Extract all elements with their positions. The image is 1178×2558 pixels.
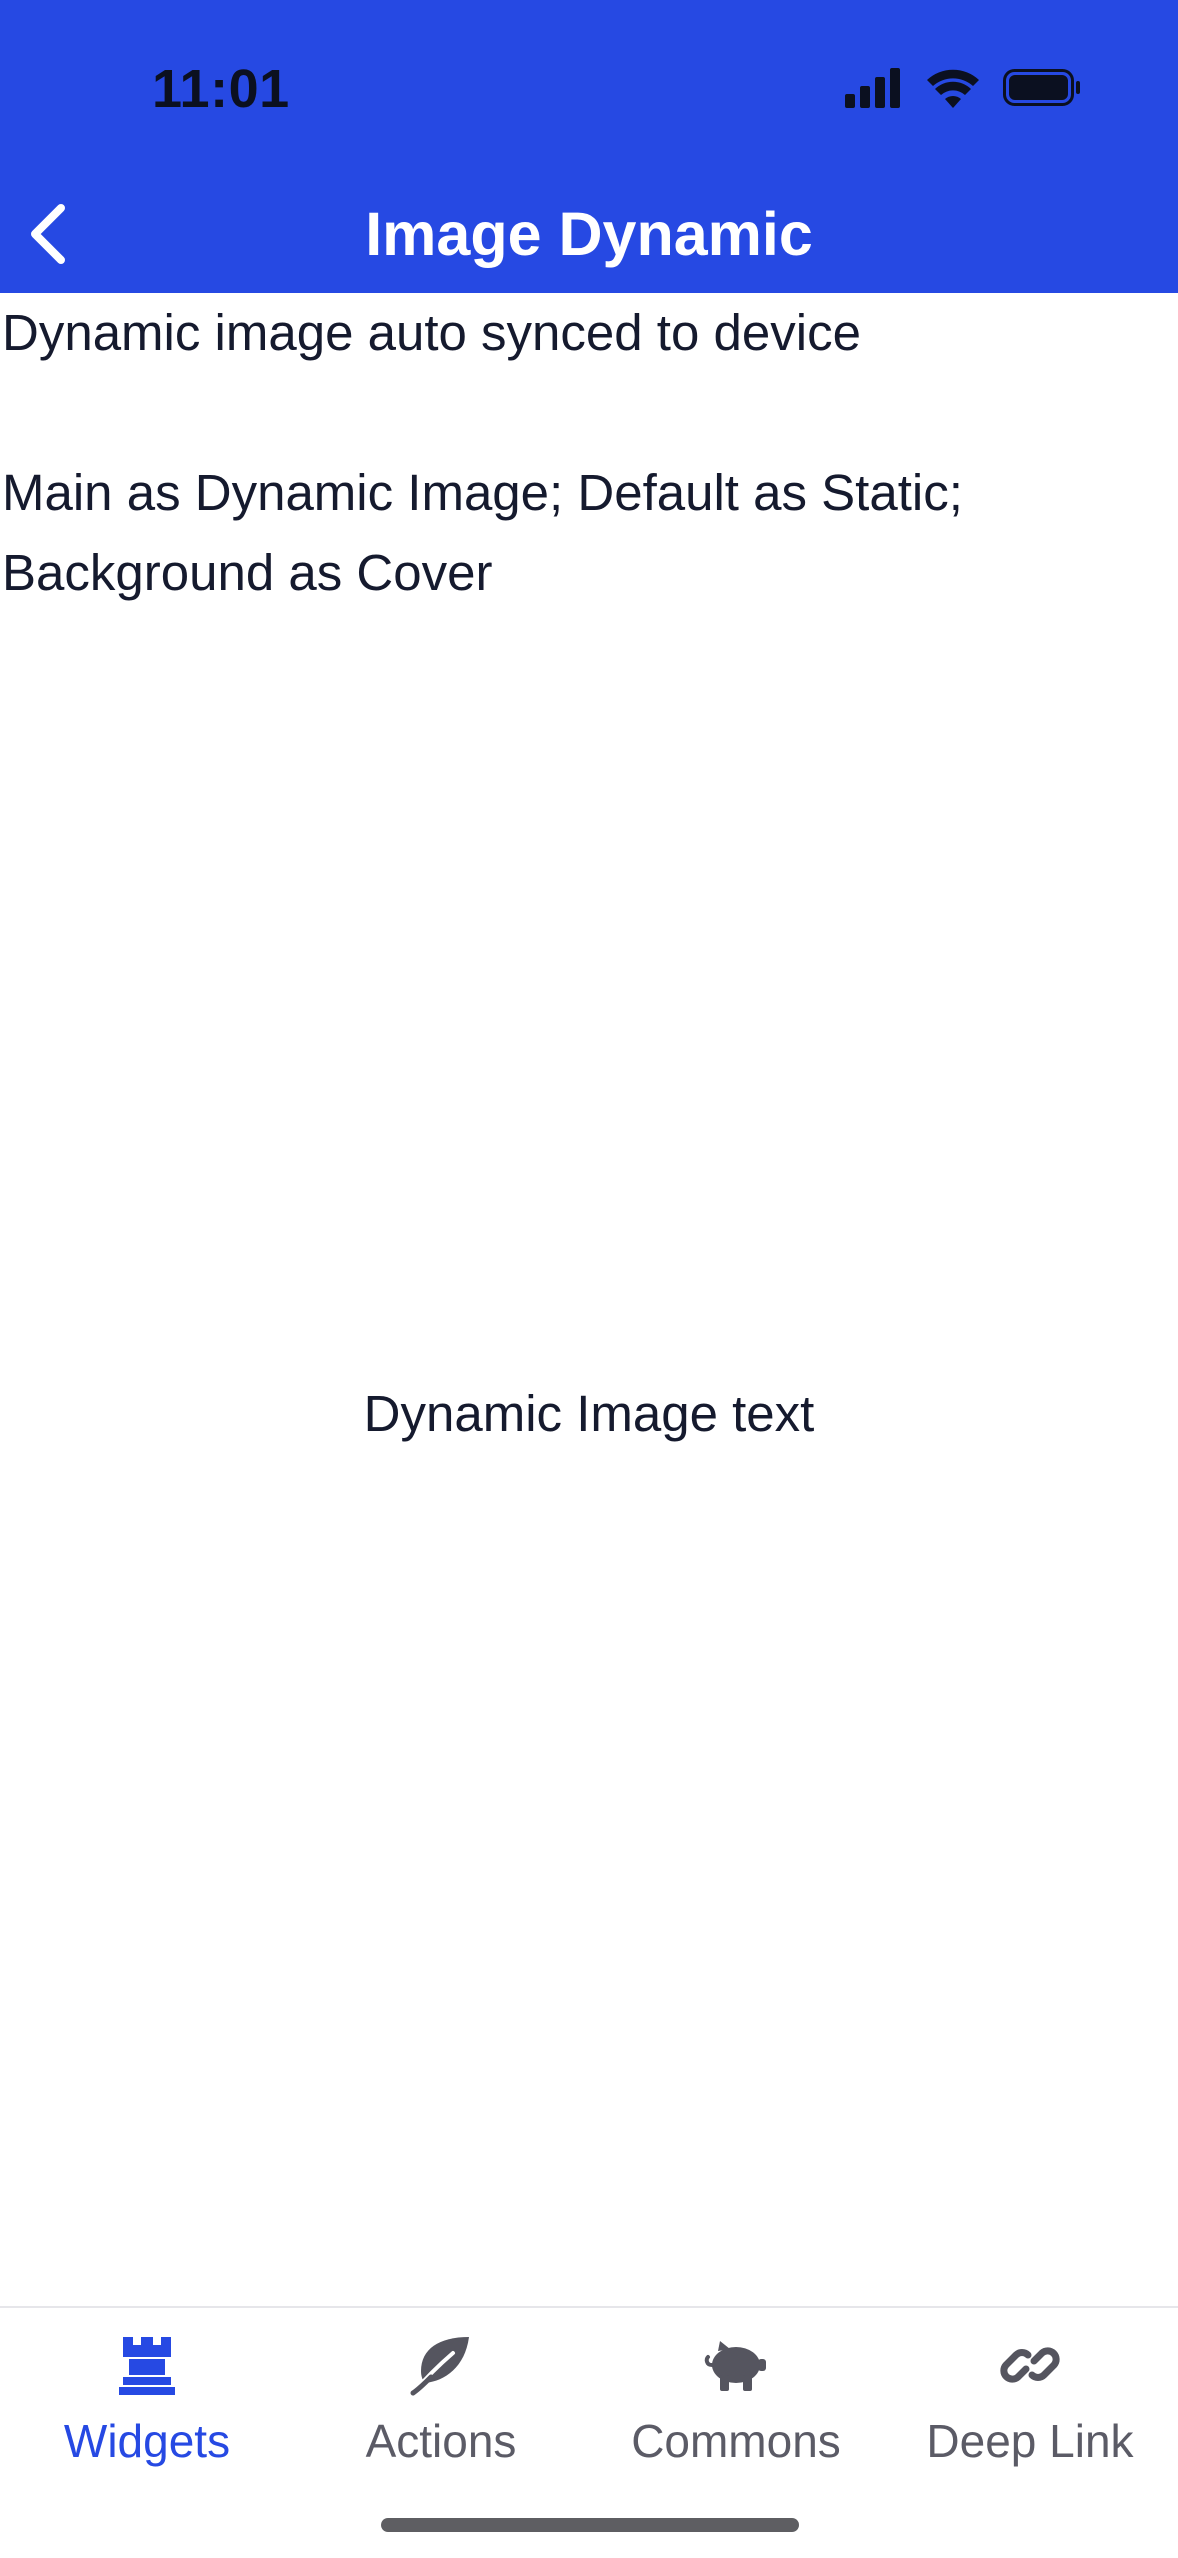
dynamic-image: Dynamic Image text [0, 593, 1178, 2233]
status-time: 11:01 [152, 59, 290, 119]
tab-actions[interactable]: Actions [294, 2308, 588, 2488]
tab-bar: Widgets Actions Commons Deep Link [0, 2306, 1178, 2558]
tab-label: Widgets [63, 2415, 231, 2467]
tab-label: Deep Link [926, 2415, 1134, 2467]
home-indicator [381, 2518, 799, 2532]
signal-icon [845, 68, 900, 108]
piggy-bank-icon [701, 2330, 771, 2400]
link-icon [995, 2330, 1065, 2400]
wifi-icon [927, 69, 979, 108]
dynamic-image-text: Dynamic Image text [363, 1384, 815, 1442]
page-title: Image Dynamic [365, 200, 813, 268]
tab-widgets[interactable]: Widgets [0, 2308, 294, 2488]
tab-deep-link[interactable]: Deep Link [883, 2308, 1177, 2488]
tab-label: Actions [365, 2415, 517, 2467]
rook-icon [112, 2330, 182, 2400]
main-content: Dynamic image auto synced to device Main… [0, 293, 1178, 2306]
status-icons [845, 68, 1080, 108]
description-text: Dynamic image auto synced to device Main… [2, 304, 963, 601]
app-header: 11:01 Image Dynamic [0, 0, 1178, 293]
leaf-icon [406, 2330, 476, 2400]
battery-icon [1003, 69, 1080, 106]
tab-label: Commons [631, 2415, 841, 2467]
tab-commons[interactable]: Commons [589, 2308, 883, 2488]
